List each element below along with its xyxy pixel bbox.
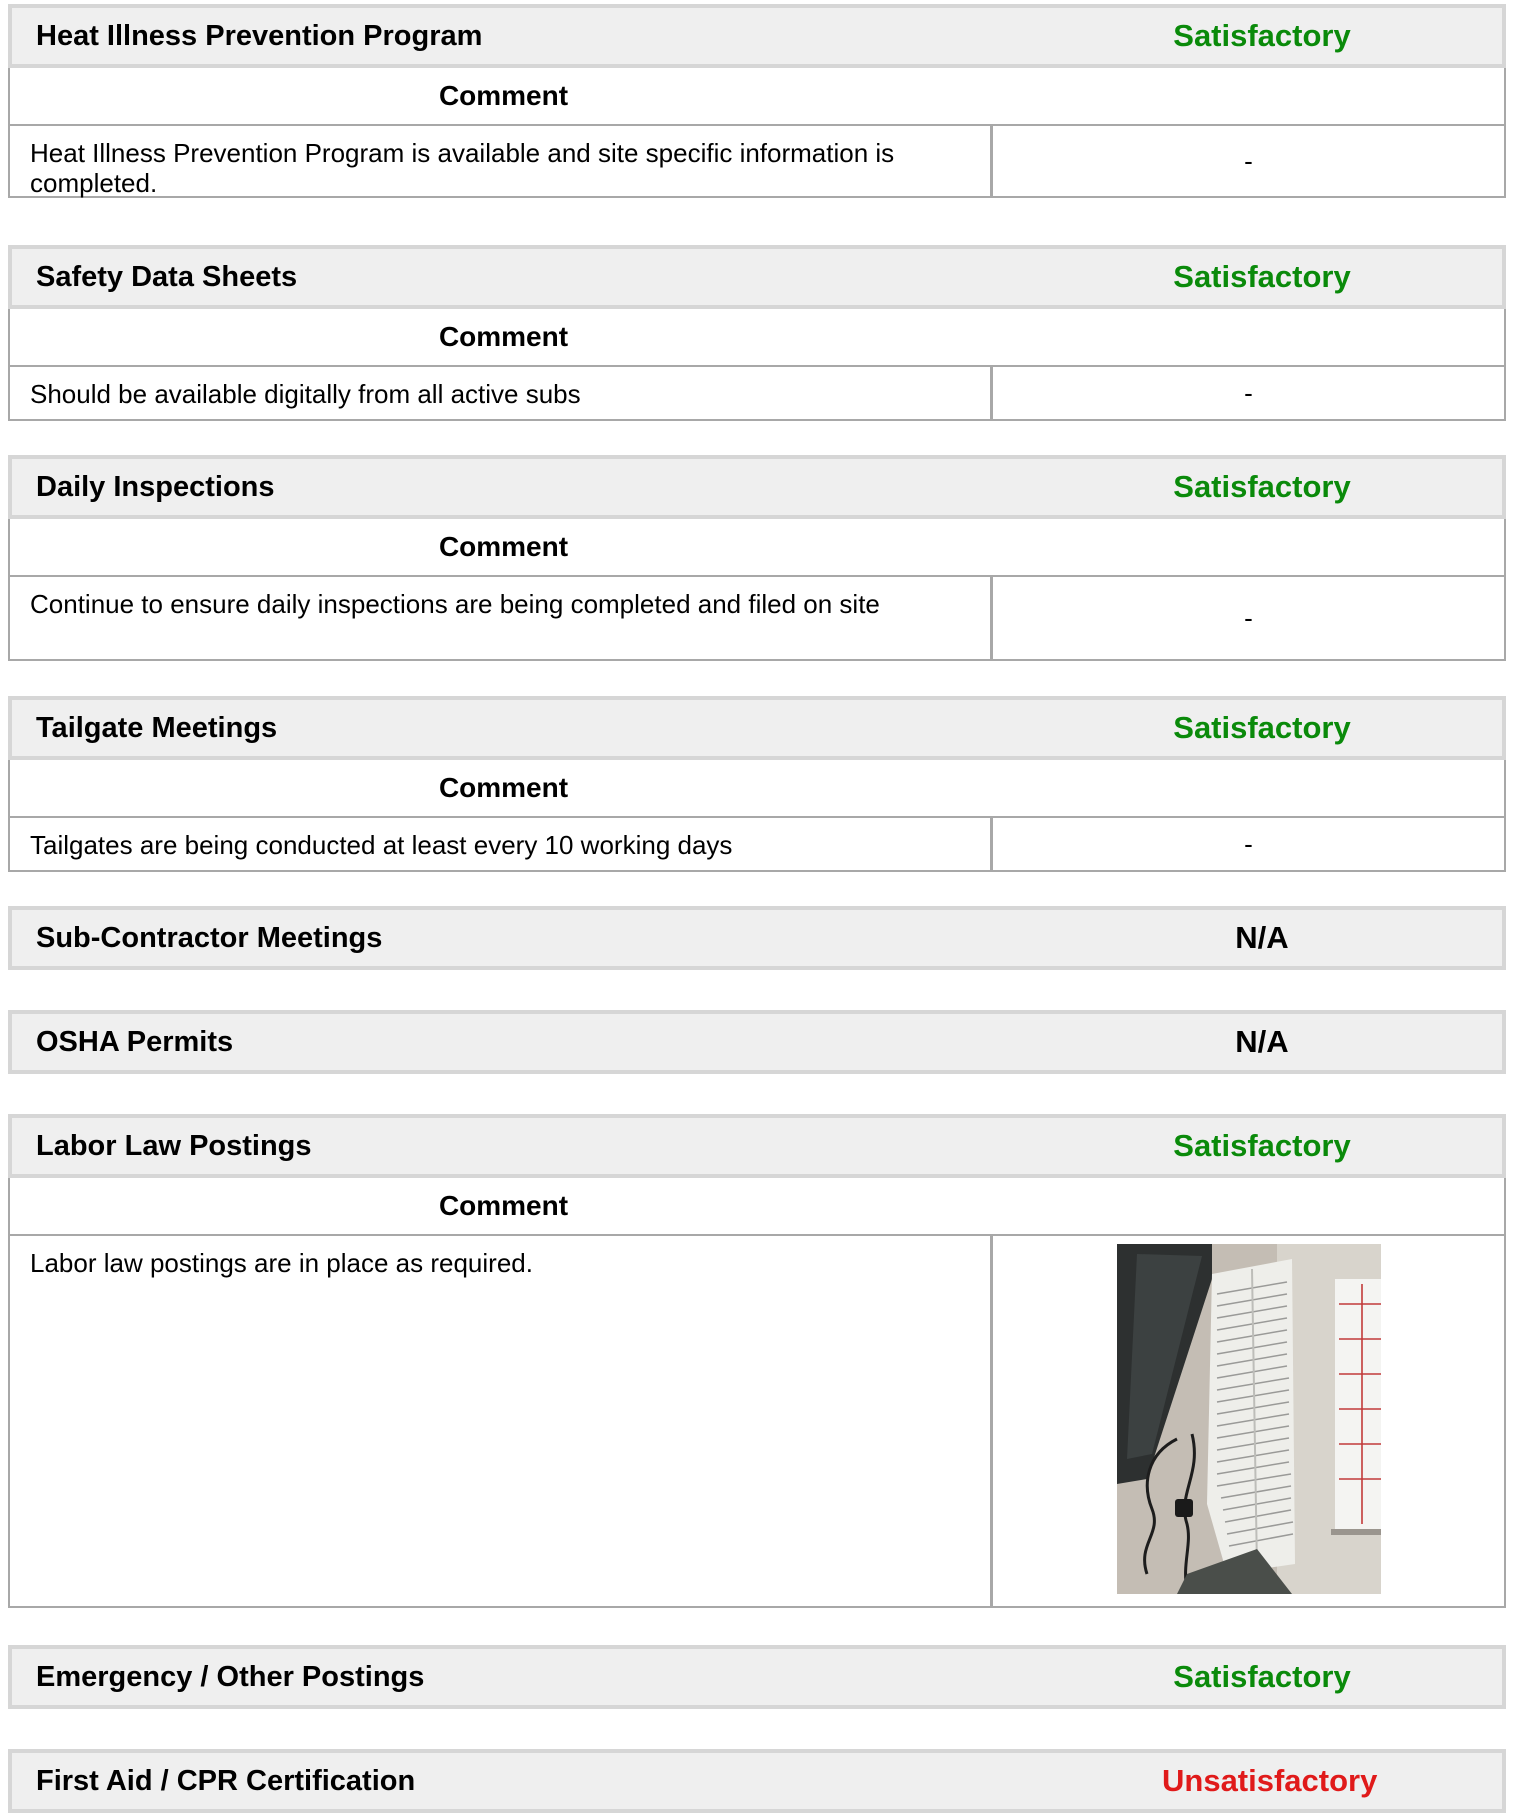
- status-label: Satisfactory: [1173, 259, 1351, 294]
- comment-header: Comment: [438, 1190, 569, 1221]
- comment-row: Should be available digitally from all a…: [10, 365, 1504, 419]
- status-label: Satisfactory: [1173, 1128, 1351, 1163]
- section-header: Sub-Contractor Meetings N/A: [8, 906, 1506, 970]
- comment-row: Heat Illness Prevention Program is avail…: [10, 124, 1504, 198]
- section-emergency-postings: Emergency / Other Postings Satisfactory: [8, 1645, 1506, 1709]
- comment-row: Tailgates are being conducted at least e…: [10, 816, 1504, 870]
- section-header: Heat Illness Prevention Program Satisfac…: [8, 4, 1506, 68]
- comment-header: Comment: [438, 772, 569, 803]
- section-header: Safety Data Sheets Satisfactory: [8, 245, 1506, 309]
- section-header: Emergency / Other Postings Satisfactory: [8, 1645, 1506, 1709]
- section-title: Sub-Contractor Meetings: [36, 922, 383, 954]
- section-title: OSHA Permits: [36, 1026, 234, 1058]
- comment-text: Tailgates are being conducted at least e…: [10, 818, 993, 870]
- comment-header: Comment: [438, 321, 569, 352]
- section-body: Comment Labor law postings are in place …: [8, 1178, 1506, 1608]
- comment-value: -: [1244, 377, 1253, 408]
- section-body: Comment Heat Illness Prevention Program …: [8, 68, 1506, 198]
- comment-text: Should be available digitally from all a…: [10, 367, 993, 419]
- section-header: Labor Law Postings Satisfactory: [8, 1114, 1506, 1178]
- comment-text: Continue to ensure daily inspections are…: [10, 577, 993, 659]
- section-sub-contractor-meetings: Sub-Contractor Meetings N/A: [8, 906, 1506, 970]
- comment-value: -: [1244, 828, 1253, 859]
- section-labor-law-postings: Labor Law Postings Satisfactory Comment …: [8, 1114, 1506, 1608]
- section-header: OSHA Permits N/A: [8, 1010, 1506, 1074]
- section-header: First Aid / CPR Certification Unsatisfac…: [8, 1749, 1506, 1813]
- status-label: Satisfactory: [1173, 18, 1351, 53]
- section-title: Labor Law Postings: [36, 1130, 312, 1162]
- labor-postings-photo[interactable]: [1116, 1244, 1381, 1594]
- section-heat-illness: Heat Illness Prevention Program Satisfac…: [8, 4, 1506, 198]
- section-safety-data-sheets: Safety Data Sheets Satisfactory Comment …: [8, 245, 1506, 421]
- section-title: Tailgate Meetings: [36, 712, 278, 744]
- status-label: Satisfactory: [1173, 1659, 1351, 1694]
- section-osha-permits: OSHA Permits N/A: [8, 1010, 1506, 1074]
- section-body: Comment Should be available digitally fr…: [8, 309, 1506, 421]
- comment-value: -: [1244, 602, 1253, 633]
- comment-row: Continue to ensure daily inspections are…: [10, 575, 1504, 659]
- section-tailgate-meetings: Tailgate Meetings Satisfactory Comment T…: [8, 696, 1506, 872]
- section-body: Comment Continue to ensure daily inspect…: [8, 519, 1506, 661]
- status-label: N/A: [1235, 920, 1289, 955]
- section-title: Heat Illness Prevention Program: [36, 20, 483, 52]
- comment-header: Comment: [438, 80, 569, 111]
- section-daily-inspections: Daily Inspections Satisfactory Comment C…: [8, 455, 1506, 661]
- section-title: Safety Data Sheets: [36, 261, 298, 293]
- comment-text: Heat Illness Prevention Program is avail…: [10, 126, 993, 198]
- status-label: Satisfactory: [1173, 469, 1351, 504]
- status-label: N/A: [1235, 1024, 1289, 1059]
- section-title: First Aid / CPR Certification: [36, 1765, 416, 1797]
- section-body: Comment Tailgates are being conducted at…: [8, 760, 1506, 872]
- status-label: Satisfactory: [1173, 710, 1351, 745]
- comment-text: Labor law postings are in place as requi…: [10, 1236, 993, 1606]
- comment-value: -: [1244, 145, 1253, 176]
- status-label: Unsatisfactory: [1162, 1763, 1378, 1798]
- photo-cell: [993, 1236, 1504, 1606]
- section-title: Emergency / Other Postings: [36, 1661, 425, 1693]
- section-header: Daily Inspections Satisfactory: [8, 455, 1506, 519]
- comment-header: Comment: [438, 531, 569, 562]
- section-first-aid-cpr: First Aid / CPR Certification Unsatisfac…: [8, 1749, 1506, 1813]
- section-title: Daily Inspections: [36, 471, 275, 503]
- comment-row: Labor law postings are in place as requi…: [10, 1234, 1504, 1606]
- section-header: Tailgate Meetings Satisfactory: [8, 696, 1506, 760]
